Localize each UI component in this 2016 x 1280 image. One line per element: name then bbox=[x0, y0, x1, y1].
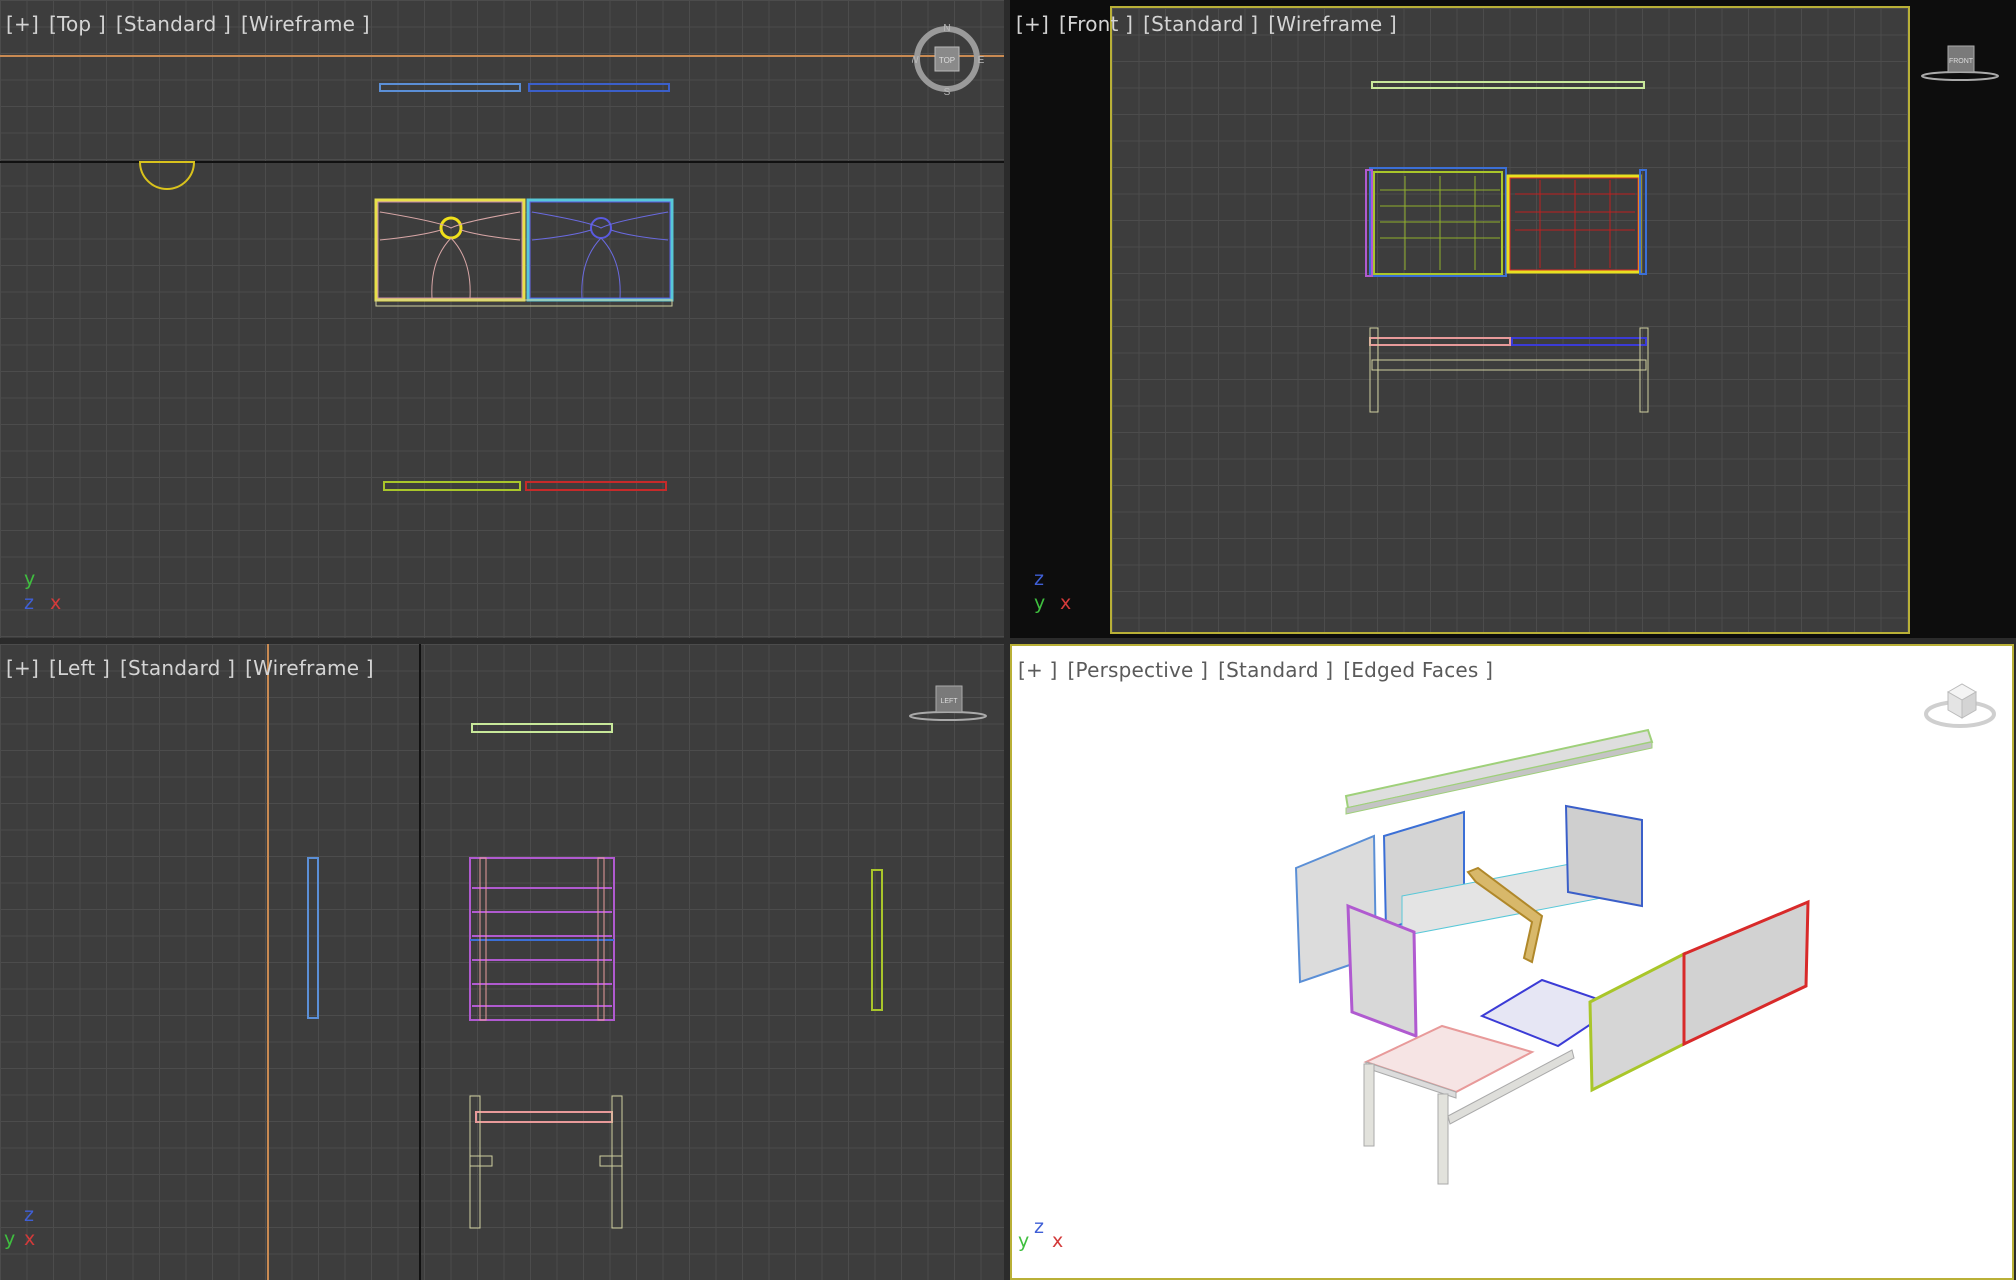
viewport-menu-button[interactable]: [+] bbox=[6, 656, 39, 680]
compass-face-label: TOP bbox=[939, 56, 955, 65]
axis-x-label: x bbox=[1060, 592, 1072, 614]
axis-z-label: z bbox=[24, 592, 34, 614]
axis-z-label: z bbox=[1034, 1216, 1044, 1238]
compass-north: N bbox=[943, 23, 950, 34]
viewcube-left[interactable]: LEFT bbox=[906, 680, 990, 726]
shading-mode-menu[interactable]: [Wireframe ] bbox=[241, 12, 370, 36]
shading-std-menu[interactable]: [Standard ] bbox=[1218, 658, 1333, 682]
viewport-perspective[interactable]: [+ ] [Perspective ] [Standard ] [Edged Face… bbox=[1010, 644, 2014, 1280]
axis-y-label: y bbox=[4, 1228, 16, 1250]
viewcube-face-label: LEFT bbox=[940, 698, 958, 705]
viewcube-front[interactable]: FRONT bbox=[1918, 40, 2002, 86]
front-viewport-scene bbox=[1365, 81, 1649, 413]
viewport-label-perspective[interactable]: [+ ] [Perspective ] [Standard ] [Edged Face… bbox=[1018, 658, 1503, 682]
viewport-top[interactable]: [+] [Top ] [Standard ] [Wireframe ] TOP N S… bbox=[0, 0, 1004, 638]
shading-std-menu[interactable]: [Standard ] bbox=[1143, 12, 1258, 36]
axis-y-label: y bbox=[24, 568, 36, 590]
shading-mode-menu[interactable]: [Wireframe ] bbox=[1268, 12, 1397, 36]
viewport-label-top[interactable]: [+] [Top ] [Standard ] [Wireframe ] bbox=[6, 12, 380, 36]
viewport-menu-button[interactable]: [+ ] bbox=[1018, 658, 1058, 682]
shading-mode-menu[interactable]: [Wireframe ] bbox=[245, 656, 374, 680]
viewport-menu-button[interactable]: [+] bbox=[1016, 12, 1049, 36]
top-viewport-scene bbox=[0, 55, 1004, 491]
shading-std-menu[interactable]: [Standard ] bbox=[116, 12, 231, 36]
axis-y-label: y bbox=[1034, 592, 1046, 614]
viewport-label-front[interactable]: [+] [Front ] [Standard ] [Wireframe ] bbox=[1016, 12, 1407, 36]
viewport-menu-button[interactable]: [+] bbox=[6, 12, 39, 36]
perspective-viewport-scene bbox=[1294, 728, 1810, 1185]
view-type-menu[interactable]: [Top ] bbox=[49, 12, 106, 36]
axis-x-label: x bbox=[1052, 1230, 1064, 1252]
view-type-menu[interactable]: [Perspective ] bbox=[1068, 658, 1209, 682]
viewport-front[interactable]: [+] [Front ] [Standard ] [Wireframe ] FRONT… bbox=[1010, 0, 2016, 638]
viewport-label-left[interactable]: [+] [Left ] [Standard ] [Wireframe ] bbox=[6, 656, 384, 680]
viewport-divider-horizontal[interactable] bbox=[0, 638, 2016, 644]
compass-south: S bbox=[944, 87, 951, 98]
viewport-left[interactable]: [+] [Left ] [Standard ] [Wireframe ] LEFT z… bbox=[0, 644, 1004, 1280]
axis-z-label: z bbox=[24, 1204, 34, 1226]
axis-y-label: y bbox=[1018, 1230, 1030, 1252]
left-viewport-scene bbox=[267, 644, 883, 1280]
compass-viewcube[interactable]: TOP N S E W bbox=[912, 22, 992, 102]
shading-std-menu[interactable]: [Standard ] bbox=[120, 656, 235, 680]
axis-x-label: x bbox=[50, 592, 62, 614]
view-type-menu[interactable]: [Front ] bbox=[1059, 12, 1133, 36]
shading-mode-menu[interactable]: [Edged Faces ] bbox=[1343, 658, 1493, 682]
view-type-menu[interactable]: [Left ] bbox=[49, 656, 110, 680]
axis-z-label: z bbox=[1034, 568, 1044, 590]
compass-east: E bbox=[978, 55, 985, 66]
axis-x-label: x bbox=[24, 1228, 36, 1250]
viewcube-perspective[interactable] bbox=[1922, 674, 2000, 736]
viewcube-face-label: FRONT bbox=[1949, 58, 1974, 65]
compass-west: W bbox=[912, 55, 919, 66]
